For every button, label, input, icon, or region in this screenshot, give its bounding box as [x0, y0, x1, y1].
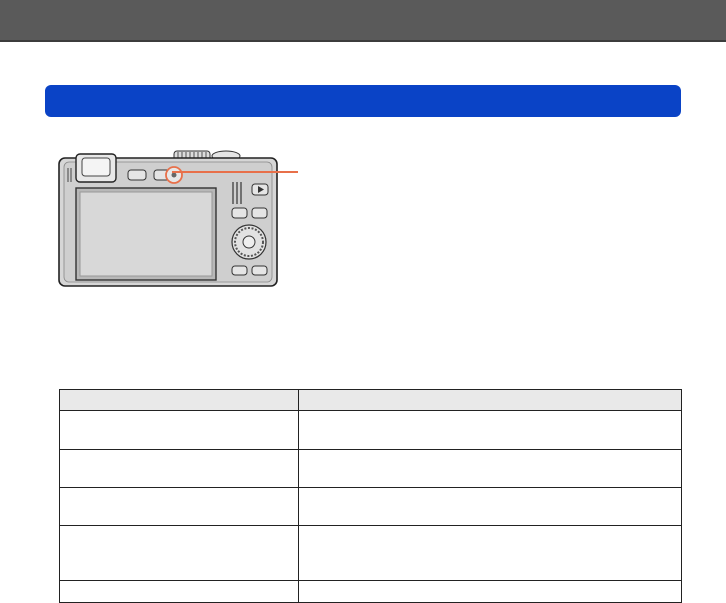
info-table	[59, 389, 682, 603]
table-cell	[299, 411, 681, 449]
table-header-cell	[60, 390, 299, 410]
callout-line	[172, 171, 298, 173]
table-cell	[299, 581, 681, 602]
top-header-band	[0, 0, 726, 42]
table-cell	[299, 450, 681, 487]
table-cell	[60, 526, 299, 580]
table-cell	[299, 526, 681, 580]
table-cell	[60, 581, 299, 602]
section-title-bar	[45, 85, 681, 117]
table-cell	[60, 488, 299, 525]
table-cell	[60, 411, 299, 449]
table-row	[60, 449, 681, 487]
table-row	[60, 525, 681, 580]
table-header-cell	[299, 390, 681, 410]
table-row	[60, 487, 681, 525]
table-cell	[299, 488, 681, 525]
table-row	[60, 410, 681, 449]
table-header-row	[60, 390, 681, 410]
camera-back-icon	[58, 150, 278, 287]
table-cell	[60, 450, 299, 487]
table-row	[60, 580, 681, 602]
